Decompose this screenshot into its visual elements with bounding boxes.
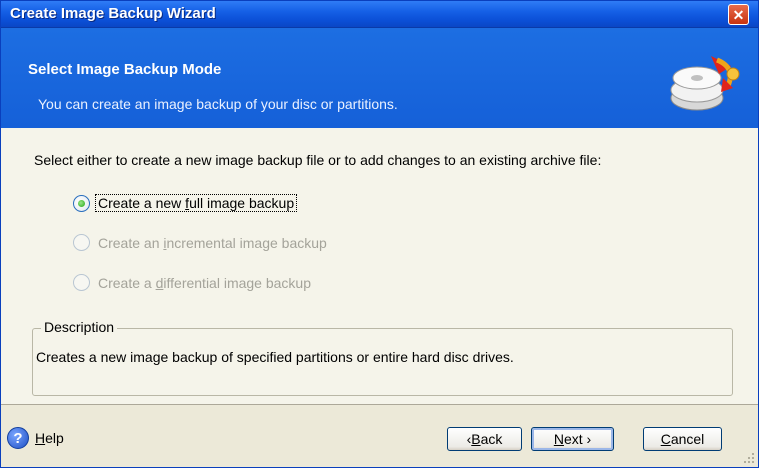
radio-incremental-backup bbox=[73, 234, 90, 251]
back-button[interactable]: ‹ Back bbox=[447, 427, 522, 451]
option-full-backup[interactable]: Create a new full image backup bbox=[73, 194, 298, 212]
description-group: Description Creates a new image backup o… bbox=[32, 319, 733, 396]
option-incremental-backup-label: Create an incremental image backup bbox=[98, 234, 327, 251]
next-button[interactable]: Next › bbox=[531, 427, 614, 451]
wizard-window: Create Image Backup Wizard ✕ Select Imag… bbox=[0, 0, 759, 468]
close-icon: ✕ bbox=[732, 6, 745, 23]
description-text: Creates a new image backup of specified … bbox=[36, 349, 514, 365]
option-differential-backup: Create a differential image backup bbox=[73, 274, 314, 291]
radio-differential-backup bbox=[73, 274, 90, 291]
wizard-footer: ? Help ‹ Back Next › Cancel bbox=[1, 405, 758, 467]
resize-grip-icon[interactable] bbox=[743, 452, 755, 464]
instruction-text: Select either to create a new image back… bbox=[34, 152, 602, 168]
close-button[interactable]: ✕ bbox=[728, 4, 749, 25]
cancel-button[interactable]: Cancel bbox=[643, 427, 722, 451]
radio-full-backup[interactable] bbox=[73, 194, 90, 212]
option-full-backup-label: Create a new full image backup bbox=[95, 194, 298, 212]
option-incremental-backup: Create an incremental image backup bbox=[73, 234, 330, 251]
page-title: Select Image Backup Mode bbox=[28, 61, 222, 78]
window-title: Create Image Backup Wizard bbox=[10, 5, 216, 22]
backup-disc-icon bbox=[670, 56, 740, 111]
wizard-header: Select Image Backup Mode You can create … bbox=[1, 28, 758, 128]
title-bar[interactable]: Create Image Backup Wizard ✕ bbox=[1, 1, 758, 28]
wizard-body: Select either to create a new image back… bbox=[1, 128, 758, 404]
page-subtitle: You can create an image backup of your d… bbox=[38, 96, 398, 112]
help-link[interactable]: Help bbox=[35, 430, 64, 446]
option-differential-backup-label: Create a differential image backup bbox=[98, 274, 311, 291]
description-legend: Description bbox=[41, 319, 118, 335]
help-icon[interactable]: ? bbox=[7, 427, 29, 449]
